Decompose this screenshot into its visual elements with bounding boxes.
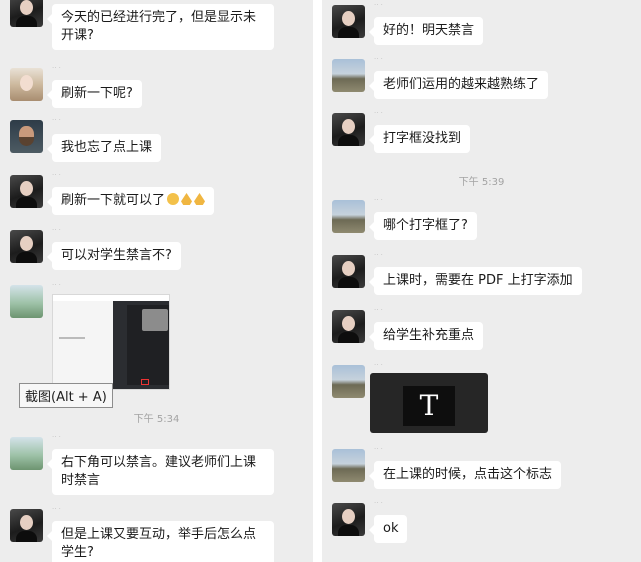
message-bubble: 我也忘了点上课: [46, 134, 162, 162]
camera-thumbnail: [142, 309, 168, 331]
text-tool-icon: T: [403, 386, 455, 426]
message-bubble: 但是上课又要互动，举手后怎么点学生?: [47, 521, 274, 562]
text-tool-glyph: T: [419, 389, 439, 422]
avatar[interactable]: [332, 449, 365, 482]
message-bubble: ok: [368, 515, 408, 543]
right-chat-panel: ·· · 好的！明天禁言 ·· · 老师们运用的越来越熟练了 ·· · 打字框没…: [322, 0, 641, 562]
avatar[interactable]: [10, 437, 43, 470]
text-tool-image[interactable]: T: [370, 373, 488, 433]
sender-name: ·· ·: [374, 445, 383, 453]
sender-name: ·· ·: [374, 1, 383, 9]
clap-emoji-icon: [194, 193, 206, 205]
smile-emoji-icon: [167, 193, 180, 205]
sender-name: ·· ·: [374, 361, 383, 369]
sender-name: ·· ·: [52, 171, 61, 179]
message-text: 刷新一下就可以了: [61, 193, 166, 208]
message-bubble: 上课时，需要在 PDF 上打字添加: [369, 267, 582, 295]
sender-name: ·· ·: [374, 55, 383, 63]
avatar[interactable]: [332, 200, 365, 233]
avatar[interactable]: [332, 5, 365, 38]
avatar[interactable]: [10, 0, 43, 27]
avatar[interactable]: [10, 230, 43, 263]
avatar[interactable]: [10, 175, 43, 208]
avatar[interactable]: [332, 310, 365, 343]
message-bubble: 今天的已经进行完了，但是显示未开课?: [47, 4, 274, 50]
sender-name: ·· ·: [52, 116, 61, 124]
sender-name: ·· ·: [52, 281, 61, 289]
avatar[interactable]: [332, 59, 365, 92]
clap-emoji-icon: [181, 193, 193, 205]
sender-name: ·· ·: [374, 196, 383, 204]
message-bubble: 可以对学生禁言不?: [47, 242, 181, 270]
avatar[interactable]: [332, 503, 365, 536]
sender-name: ·· ·: [374, 251, 383, 259]
left-chat-panel: 今天的已经进行完了，但是显示未开课? ·· · 刷新一下呢? ·· · 我也忘了…: [0, 0, 313, 562]
avatar[interactable]: [10, 120, 43, 153]
sender-name: ·· ·: [374, 499, 383, 507]
message-bubble: 右下角可以禁言。建议老师们上课时禁言: [47, 449, 274, 495]
timestamp: 下午 5:34: [133, 414, 180, 425]
avatar[interactable]: [10, 285, 43, 318]
avatar[interactable]: [332, 113, 365, 146]
highlight-box: [141, 379, 149, 385]
message-bubble: 哪个打字框了?: [369, 212, 477, 240]
message-bubble: 给学生补充重点: [368, 322, 484, 350]
sender-name: ·· ·: [52, 64, 61, 72]
sender-name: ·· ·: [52, 226, 61, 234]
avatar[interactable]: [10, 509, 43, 542]
message-bubble: 老师们运用的越来越熟练了: [368, 71, 549, 99]
sender-name: ·· ·: [374, 109, 383, 117]
message-bubble: 在上课的时候，点击这个标志: [368, 461, 562, 489]
avatar[interactable]: [10, 68, 43, 101]
avatar[interactable]: [332, 255, 365, 288]
message-bubble: 刷新一下就可以了: [46, 187, 215, 215]
message-bubble: 好的！明天禁言: [368, 17, 484, 45]
screenshot-tooltip: 截图(Alt + A): [19, 383, 113, 408]
sender-name: ·· ·: [52, 433, 61, 441]
timestamp: 下午 5:39: [458, 177, 505, 188]
message-bubble: 打字框没找到: [368, 125, 471, 153]
avatar[interactable]: [332, 365, 365, 398]
message-bubble: 刷新一下呢?: [47, 80, 142, 108]
sender-name: ·· ·: [374, 306, 383, 314]
shared-screenshot-image[interactable]: [52, 294, 170, 390]
sender-name: ·· ·: [52, 505, 61, 513]
